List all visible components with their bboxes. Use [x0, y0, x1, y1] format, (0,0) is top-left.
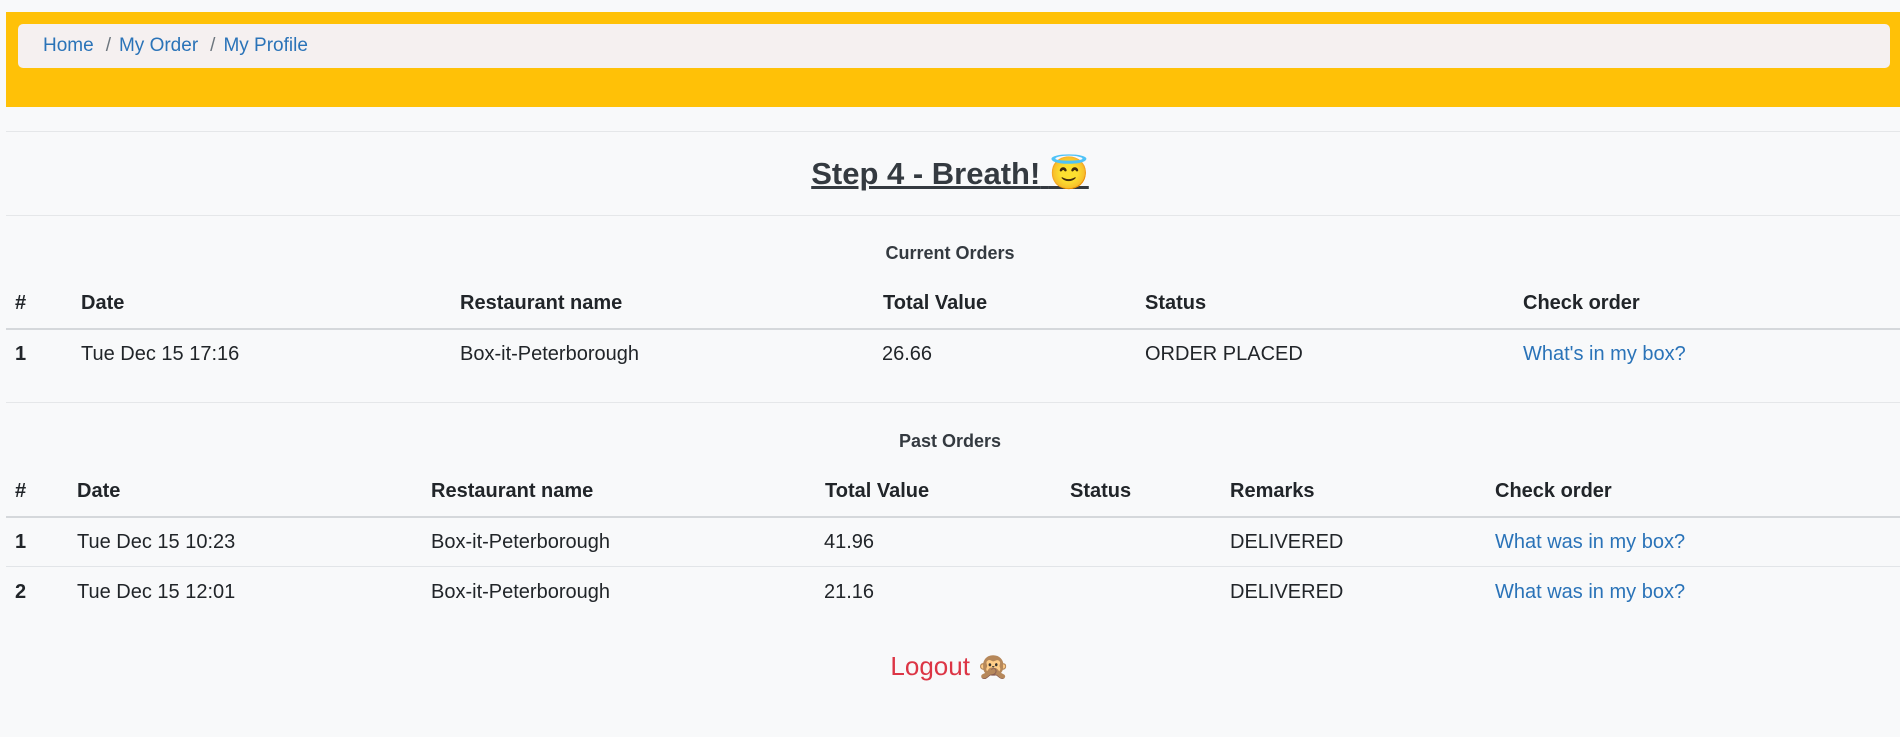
order-date: Tue Dec 15 10:23 [77, 531, 236, 553]
order-status: ORDER PLACED [1145, 343, 1303, 365]
breadcrumb-separator: / [105, 35, 111, 56]
column-header: Status [1145, 292, 1207, 314]
check-order-link[interactable]: What was in my box? [1495, 517, 1685, 567]
order-number: 1 [15, 531, 27, 553]
logout-link[interactable]: Logout 🙊 [890, 651, 1009, 681]
order-date: Tue Dec 15 12:01 [77, 581, 236, 603]
order-number: 2 [15, 581, 27, 603]
table-row: 1 Tue Dec 15 17:16 Box-it-Peterborough 2… [6, 329, 1900, 379]
breadcrumb: Home / My Order / My Profile [18, 24, 1890, 68]
speak-no-evil-monkey-icon: 🙊 [977, 651, 1010, 681]
table-row: 2 Tue Dec 15 12:01 Box-it-Peterborough 2… [6, 567, 1900, 617]
column-header: Restaurant name [431, 480, 594, 502]
order-date: Tue Dec 15 17:16 [81, 343, 240, 365]
halo-emoji-icon: 😇 [1048, 155, 1089, 191]
breadcrumb-my-profile-link[interactable]: My Profile [223, 35, 307, 57]
page-title: Step 4 - Breath! 😇 [0, 154, 1900, 192]
total-value: 41.96 [824, 531, 875, 553]
column-header: Date [81, 292, 125, 314]
order-number: 1 [15, 343, 27, 365]
restaurant-name: Box-it-Peterborough [431, 581, 610, 603]
breadcrumb-home-link[interactable]: Home [43, 35, 94, 57]
page-title-text: Step 4 - Breath! [811, 156, 1041, 191]
column-header: Check order [1523, 292, 1640, 314]
order-remarks: DELIVERED [1230, 581, 1344, 603]
check-order-link[interactable]: What was in my box? [1495, 567, 1685, 617]
total-value: 26.66 [882, 343, 933, 365]
order-remarks: DELIVERED [1230, 531, 1344, 553]
current-orders-title: Current Orders [885, 243, 1015, 263]
column-header: Total Value [883, 292, 988, 314]
column-header: Date [77, 480, 121, 502]
column-header: Remarks [1230, 480, 1315, 502]
divider [6, 215, 1900, 216]
restaurant-name: Box-it-Peterborough [431, 531, 610, 553]
restaurant-name: Box-it-Peterborough [460, 343, 639, 365]
logout-area: Logout 🙊 [0, 651, 1900, 682]
table-row: 1 Tue Dec 15 10:23 Box-it-Peterborough 4… [6, 517, 1900, 567]
divider [6, 131, 1900, 132]
column-header: Status [1070, 480, 1132, 502]
table-header-row: # Date Restaurant name Total Value Statu… [6, 466, 1900, 516]
column-header: Restaurant name [460, 292, 623, 314]
column-header: # [15, 292, 27, 314]
breadcrumb-my-order-link[interactable]: My Order [119, 35, 198, 57]
column-header: Total Value [825, 480, 930, 502]
table-header-row: # Date Restaurant name Total Value Statu… [6, 278, 1900, 328]
check-order-link[interactable]: What's in my box? [1523, 329, 1686, 379]
total-value: 21.16 [824, 581, 875, 603]
column-header: Check order [1495, 480, 1612, 502]
divider [6, 402, 1900, 403]
logout-label: Logout [890, 651, 970, 681]
column-header: # [15, 480, 27, 502]
past-orders-title: Past Orders [898, 431, 1002, 451]
breadcrumb-separator: / [210, 35, 216, 56]
header-bar: Home / My Order / My Profile [6, 12, 1900, 107]
